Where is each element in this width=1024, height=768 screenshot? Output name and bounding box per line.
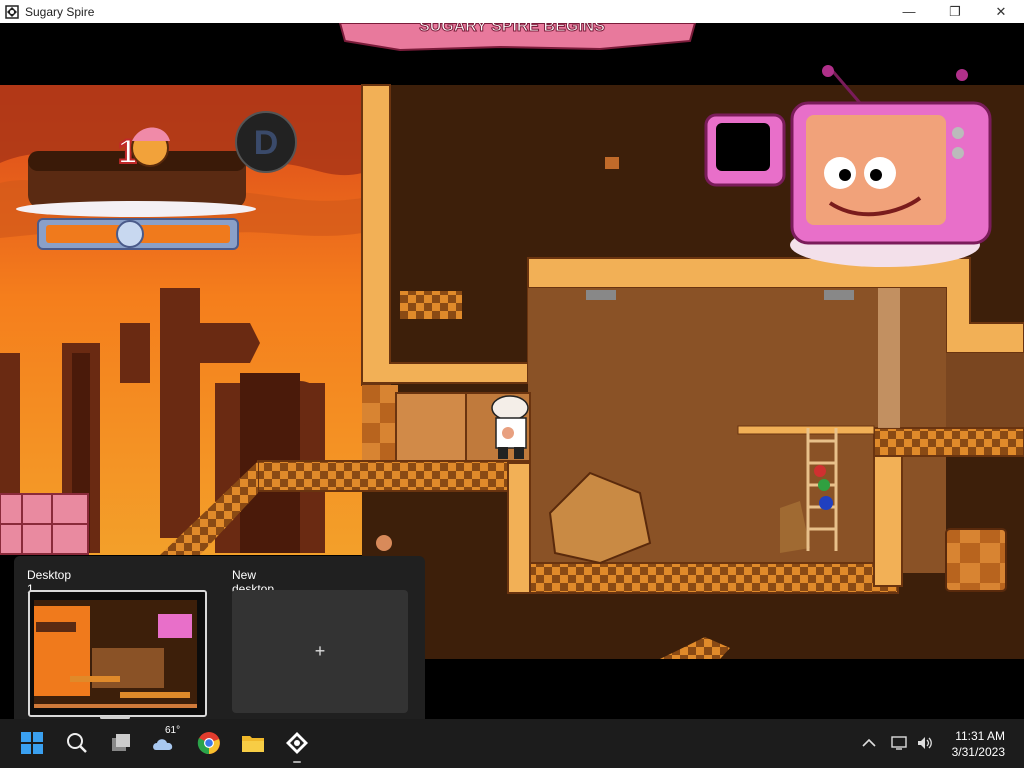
sugary-spire-app-icon bbox=[5, 4, 19, 19]
maximize-button[interactable]: ❐ bbox=[932, 0, 978, 23]
rank-letter: D bbox=[254, 124, 279, 162]
search-button[interactable] bbox=[63, 729, 91, 757]
rank-badge: D bbox=[235, 111, 297, 173]
maximize-icon: ❐ bbox=[949, 3, 961, 19]
close-button[interactable]: ✕ bbox=[978, 0, 1024, 23]
new-desktop-button[interactable]: + bbox=[232, 590, 408, 713]
show-hidden-icons-button[interactable] bbox=[859, 733, 879, 753]
cracked-block bbox=[395, 392, 467, 462]
chrome-button[interactable] bbox=[195, 729, 223, 757]
weather-temp: 61° bbox=[165, 725, 181, 736]
sugary-spire-icon bbox=[286, 732, 308, 754]
title-bar: Sugary Spire — ❐ ✕ bbox=[0, 0, 1024, 23]
chrome-icon bbox=[197, 732, 220, 755]
level-banner: SUGARY SPIRE BEGINS bbox=[338, 23, 697, 52]
file-explorer-button[interactable] bbox=[239, 729, 267, 757]
desktop-1-thumbnail[interactable] bbox=[28, 590, 207, 717]
network-button[interactable] bbox=[890, 733, 910, 753]
minimize-button[interactable]: — bbox=[886, 0, 932, 23]
active-app-indicator bbox=[293, 761, 301, 763]
checker-floor bbox=[257, 460, 531, 492]
taskbar: 61° 11:31 AM 3/31/2023 bbox=[0, 719, 1024, 768]
task-view-icon bbox=[112, 734, 130, 751]
clock[interactable]: 11:31 AM 3/31/2023 bbox=[952, 728, 1005, 760]
checker-cube bbox=[945, 528, 1007, 592]
minimize-icon: — bbox=[902, 4, 916, 19]
file-explorer-icon bbox=[242, 736, 264, 752]
weather-widget[interactable]: 61° bbox=[151, 725, 180, 757]
banner-text: SUGARY SPIRE BEGINS bbox=[419, 23, 605, 35]
chevron-up-icon bbox=[862, 738, 876, 747]
sugary-spire-taskbar-button[interactable] bbox=[283, 729, 311, 757]
plus-icon: + bbox=[314, 641, 326, 661]
start-button[interactable] bbox=[18, 729, 46, 757]
start-icon bbox=[21, 732, 43, 754]
clock-time: 11:31 AM bbox=[955, 729, 1005, 743]
desktop-1-preview bbox=[30, 592, 205, 715]
window-title: Sugary Spire bbox=[25, 4, 95, 19]
network-icon bbox=[891, 736, 907, 750]
checker-floor-lower bbox=[507, 562, 899, 594]
volume-icon bbox=[918, 737, 932, 749]
volume-button[interactable] bbox=[915, 733, 935, 753]
pink-blocks bbox=[0, 493, 89, 555]
clock-date: 3/31/2023 bbox=[951, 745, 1005, 759]
close-icon: ✕ bbox=[995, 3, 1007, 19]
task-view-panel: Desktop 1 New desktop + bbox=[14, 556, 425, 719]
checker-block bbox=[400, 291, 462, 319]
task-view-button[interactable] bbox=[107, 729, 135, 757]
search-icon bbox=[67, 733, 87, 753]
